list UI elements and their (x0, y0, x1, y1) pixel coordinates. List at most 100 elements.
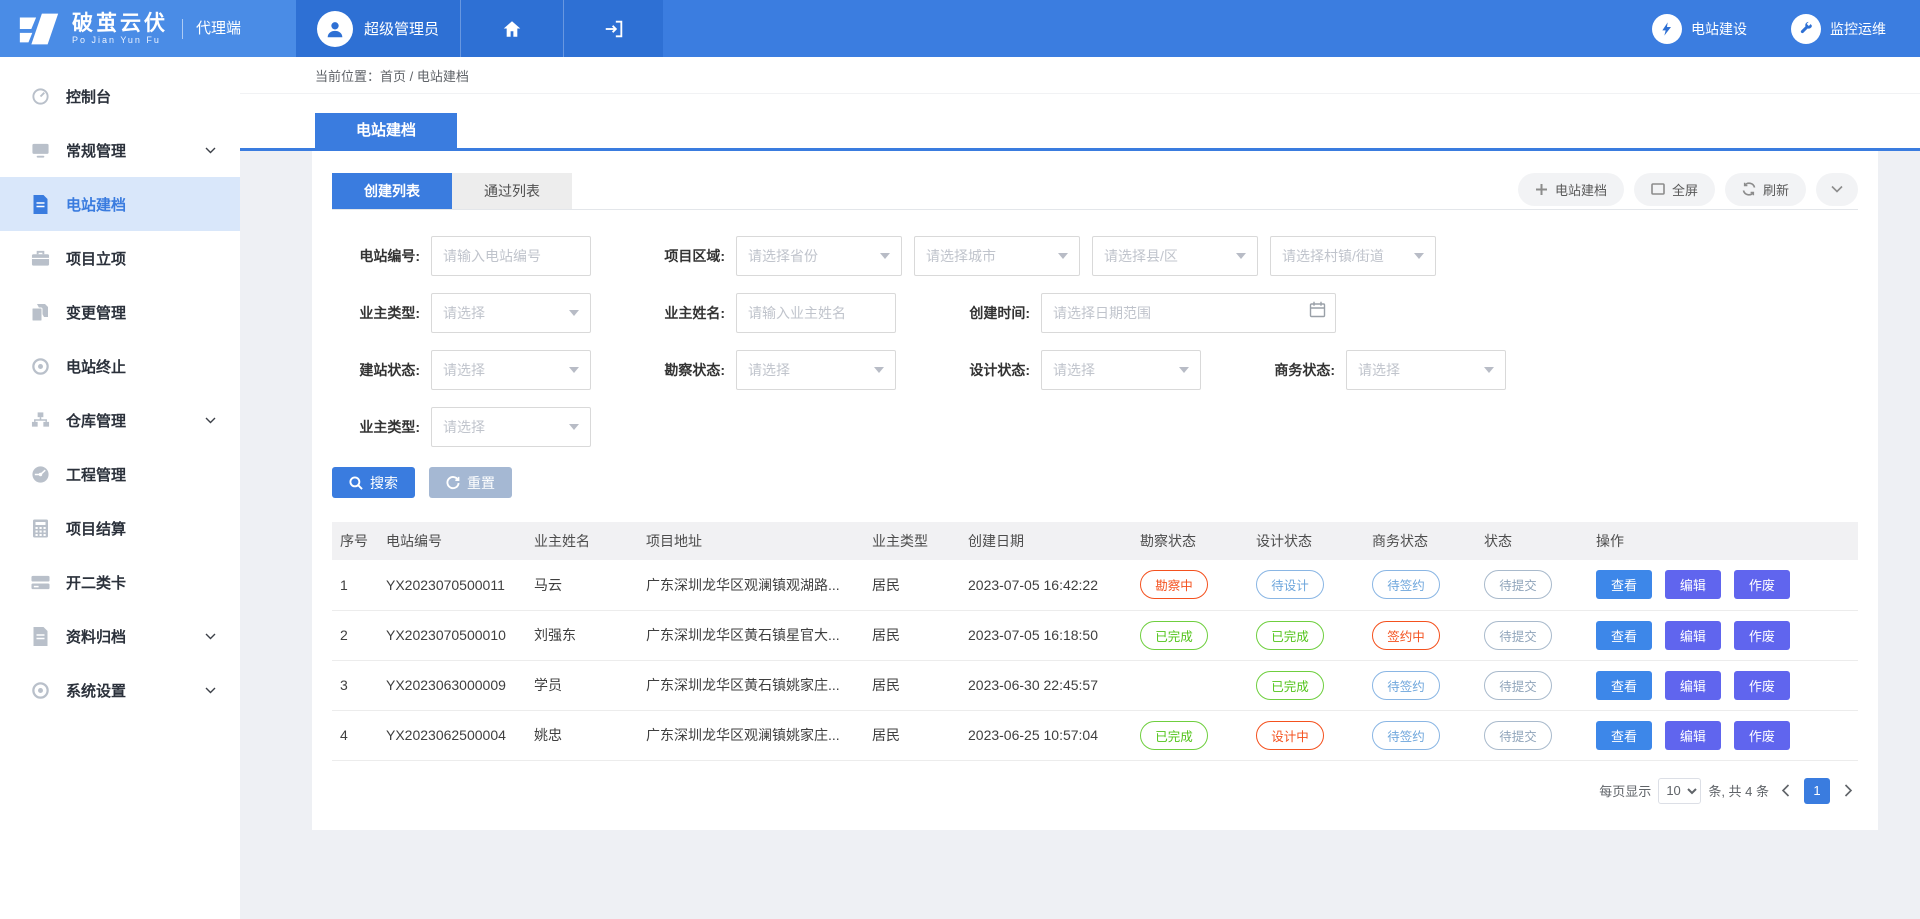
page-tab-station-archive[interactable]: 电站建档 (315, 113, 457, 148)
card-icon (30, 575, 50, 590)
lightning-icon (1652, 14, 1682, 44)
view-button[interactable]: 查看 (1596, 570, 1652, 599)
chevron-down-icon (205, 147, 216, 154)
create-time-label: 创建时间: (942, 303, 1030, 323)
collapse-toolbar-button[interactable] (1816, 173, 1858, 206)
owner-type-select[interactable]: 请选择 (431, 293, 591, 333)
status-badge: 勘察中 (1140, 570, 1208, 599)
settings-icon (30, 681, 50, 700)
content-card: 创建列表 通过列表 电站建档 全屏 刷新 (312, 151, 1878, 830)
status-badge: 已完成 (1140, 621, 1208, 650)
breadcrumb: 当前位置： 首页 / 电站建档 (240, 57, 1920, 94)
sidebar-item-console[interactable]: 控制台 (0, 69, 240, 123)
user-menu[interactable]: 超级管理员 (296, 0, 460, 57)
status-badge: 待提交 (1484, 721, 1552, 750)
select-caret-icon (1236, 253, 1246, 259)
town-select[interactable]: 请选择村镇/街道 (1270, 236, 1436, 276)
business-status-label: 商务状态: (1247, 360, 1335, 380)
logout-button[interactable] (563, 0, 663, 57)
edit-button[interactable]: 编辑 (1665, 671, 1721, 700)
sidebar-item-project-settlement[interactable]: 项目结算 (0, 501, 240, 555)
edit-button[interactable]: 编辑 (1665, 570, 1721, 599)
stations-table: 序号 电站编号 业主姓名 项目地址 业主类型 创建日期 勘察状态 设计状态 商务… (332, 522, 1858, 761)
gauge-icon (30, 465, 50, 484)
table-row: 2 YX2023070500010 刘强东 广东深圳龙华区黄石镇星官大... 居… (332, 610, 1858, 660)
design-status-select[interactable]: 请选择 (1041, 350, 1201, 390)
refresh-button[interactable]: 刷新 (1725, 173, 1806, 206)
select-caret-icon (1484, 367, 1494, 373)
home-button[interactable] (460, 0, 563, 57)
date-range-input[interactable]: 请选择日期范围 (1041, 293, 1336, 333)
status-badge: 已完成 (1256, 621, 1324, 650)
edit-button[interactable]: 编辑 (1665, 721, 1721, 750)
reset-icon (446, 476, 460, 490)
select-caret-icon (569, 424, 579, 430)
chevron-left-icon (1781, 784, 1790, 797)
sitemap-icon (30, 411, 50, 429)
build-status-select[interactable]: 请选择 (431, 350, 591, 390)
filter-panel: 电站编号: 项目区域: 请选择省份 请选择城市 请选择县/区 请选择村镇/街道 (332, 210, 1858, 498)
sidebar-item-project-approval[interactable]: 项目立项 (0, 231, 240, 285)
select-caret-icon (569, 310, 579, 316)
select-caret-icon (1179, 367, 1189, 373)
station-no-input[interactable] (431, 236, 591, 276)
province-select[interactable]: 请选择省份 (736, 236, 902, 276)
sidebar-item-general-mgmt[interactable]: 常规管理 (0, 123, 240, 177)
owner-name-input[interactable] (736, 293, 896, 333)
logo: 破茧云伏 Po Jian Yun Fu 代理端 (0, 0, 296, 57)
table-row: 1 YX2023070500011 马云 广东深圳龙华区观澜镇观湖路... 居民… (332, 560, 1858, 610)
status-badge: 待提交 (1484, 621, 1552, 650)
view-button[interactable]: 查看 (1596, 621, 1652, 650)
search-button[interactable]: 搜索 (332, 467, 415, 498)
void-button[interactable]: 作废 (1734, 621, 1790, 650)
reset-button[interactable]: 重置 (429, 467, 512, 498)
sidebar-item-system-settings[interactable]: 系统设置 (0, 663, 240, 717)
status-badge: 待签约 (1372, 570, 1440, 599)
document-icon (30, 195, 50, 214)
target-icon (30, 357, 50, 376)
sidebar-item-data-archive[interactable]: 资料归档 (0, 609, 240, 663)
nav-monitor-ops[interactable]: 监控运维 (1791, 14, 1886, 44)
table-row: 4 YX2023062500004 姚忠 广东深圳龙华区观澜镇姚家庄... 居民… (332, 710, 1858, 760)
create-station-button[interactable]: 电站建档 (1518, 173, 1624, 206)
per-page-select[interactable]: 10 (1658, 778, 1701, 804)
chevron-down-icon (205, 687, 216, 694)
page-tab-strip: 电站建档 (240, 94, 1920, 151)
page-number-1[interactable]: 1 (1804, 778, 1830, 804)
breadcrumb-prefix: 当前位置： (315, 66, 380, 85)
void-button[interactable]: 作废 (1734, 671, 1790, 700)
build-status-label: 建站状态: (332, 360, 420, 380)
survey-status-select[interactable]: 请选择 (736, 350, 896, 390)
owner-type2-label: 业主类型: (332, 417, 420, 437)
table-header-row: 序号 电站编号 业主姓名 项目地址 业主类型 创建日期 勘察状态 设计状态 商务… (332, 522, 1858, 560)
fullscreen-button[interactable]: 全屏 (1634, 173, 1715, 206)
owner-name-label: 业主姓名: (637, 303, 725, 323)
status-badge: 待签约 (1372, 671, 1440, 700)
sidebar-item-engineering-mgmt[interactable]: 工程管理 (0, 447, 240, 501)
pagination: 每页显示 10 条, 共 4 条 1 (332, 778, 1858, 804)
next-page-button[interactable] (1839, 784, 1858, 797)
tab-create-list[interactable]: 创建列表 (332, 173, 452, 209)
station-no-label: 电站编号: (332, 246, 420, 266)
void-button[interactable]: 作废 (1734, 570, 1790, 599)
prev-page-button[interactable] (1776, 784, 1795, 797)
county-select[interactable]: 请选择县/区 (1092, 236, 1258, 276)
tab-passed-list[interactable]: 通过列表 (452, 173, 572, 209)
sidebar-item-warehouse-mgmt[interactable]: 仓库管理 (0, 393, 240, 447)
business-status-select[interactable]: 请选择 (1346, 350, 1506, 390)
void-button[interactable]: 作废 (1734, 721, 1790, 750)
sidebar-item-change-mgmt[interactable]: 变更管理 (0, 285, 240, 339)
nav-station-build[interactable]: 电站建设 (1652, 14, 1747, 44)
portal-label: 代理端 (182, 19, 241, 39)
sidebar-item-station-terminate[interactable]: 电站终止 (0, 339, 240, 393)
view-button[interactable]: 查看 (1596, 671, 1652, 700)
status-badge: 设计中 (1256, 721, 1324, 750)
edit-button[interactable]: 编辑 (1665, 621, 1721, 650)
sidebar-item-station-archive[interactable]: 电站建档 (0, 177, 240, 231)
status-badge: 签约中 (1372, 621, 1440, 650)
city-select[interactable]: 请选择城市 (914, 236, 1080, 276)
logout-icon (603, 18, 625, 40)
view-button[interactable]: 查看 (1596, 721, 1652, 750)
sidebar-item-type2-card[interactable]: 开二类卡 (0, 555, 240, 609)
owner-type2-select[interactable]: 请选择 (431, 407, 591, 447)
